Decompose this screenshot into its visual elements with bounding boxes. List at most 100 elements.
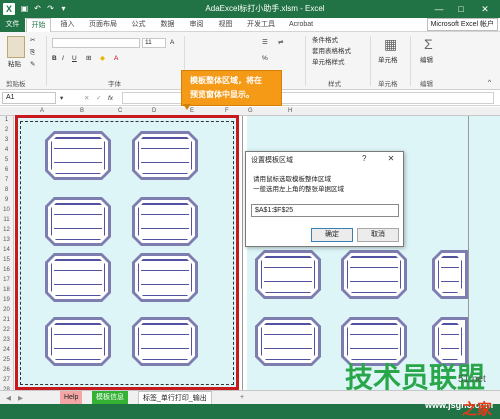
row-number[interactable]: 22 [0,327,13,333]
tab-page-layout[interactable]: 页面布局 [84,18,122,32]
row-number[interactable]: 11 [0,217,13,223]
tab-insert[interactable]: 插入 [55,18,80,32]
row-number[interactable]: 24 [0,347,13,353]
bold-icon[interactable]: B [52,54,57,63]
help-icon[interactable]: ? [362,154,366,163]
tab-home[interactable]: 开始 [26,18,51,33]
font-name-combo[interactable] [52,38,140,48]
font-size-combo[interactable]: 11 [142,38,166,48]
cancel-entry-icon[interactable]: ✕ [84,94,89,103]
row-number[interactable]: 4 [0,147,13,153]
row-number[interactable]: 7 [0,177,13,183]
callout-line: 预览窗体中显示。 [190,90,254,99]
font-color-icon[interactable]: A [114,54,118,63]
restore-button[interactable]: □ [452,0,470,18]
insert-function-icon[interactable]: fx [108,94,113,103]
row-header: 1 2 3 4 5 6 7 8 9 10 11 12 13 14 15 16 1… [0,116,14,390]
fill-color-icon[interactable]: ◆ [100,54,105,63]
conditional-format-button[interactable]: 条件格式 [312,36,338,45]
row-number[interactable]: 25 [0,357,13,363]
align-icon[interactable]: ☰ [262,38,268,47]
row-number[interactable]: 5 [0,157,13,163]
border-icon[interactable]: ⊞ [86,54,91,63]
copy-icon[interactable]: ⎘ [30,48,35,57]
tab-formulas[interactable]: 公式 [126,18,151,32]
column-letter[interactable]: H [288,107,292,116]
label-preview-box [255,317,321,366]
format-painter-icon[interactable]: ✎ [30,60,35,69]
redo-icon[interactable]: ↷ [45,3,56,14]
name-box[interactable]: A1 [2,92,56,104]
tab-file[interactable]: 文件 [0,18,25,32]
cut-icon[interactable]: ✂ [30,36,35,45]
tab-review[interactable]: 审阅 [184,18,209,32]
collapse-ribbon-icon[interactable]: ^ [488,78,491,87]
group-label-font: 字体 [108,81,121,88]
row-number[interactable]: 10 [0,207,13,213]
tab-view[interactable]: 视图 [213,18,238,32]
row-number[interactable]: 15 [0,257,13,263]
row-number[interactable]: 1 [0,117,13,123]
tab-acrobat[interactable]: Acrobat [284,18,318,32]
quick-access-more-icon[interactable]: ▾ [58,3,69,14]
save-icon[interactable]: ▣ [19,3,30,14]
add-sheet-button[interactable]: + [236,391,248,405]
label-preview-box [255,250,321,299]
scroll-left-icon[interactable]: ◀ [6,394,11,403]
cancel-button[interactable]: 取消 [357,228,399,242]
row-number[interactable]: 23 [0,337,13,343]
cell-styles-button[interactable]: 单元格样式 [312,58,345,67]
scroll-right-icon[interactable]: ▶ [18,394,23,403]
percent-icon[interactable]: % [262,54,268,63]
ok-button[interactable]: 确定 [311,228,353,242]
close-button[interactable]: ✕ [476,0,494,18]
row-number[interactable]: 17 [0,277,13,283]
sheet-tab-help[interactable]: Help [60,391,83,405]
row-number[interactable]: 16 [0,267,13,273]
row-number[interactable]: 26 [0,367,13,373]
sheet-tab-template-info[interactable]: 模板信息 [92,391,128,405]
row-number[interactable]: 18 [0,287,13,293]
minimize-button[interactable]: — [430,0,448,18]
row-number[interactable]: 12 [0,227,13,233]
dialog-close-button[interactable]: ✕ [385,153,397,164]
wrap-icon[interactable]: ⇌ [278,38,283,47]
row-number[interactable]: 19 [0,297,13,303]
row-number[interactable]: 2 [0,127,13,133]
row-number[interactable]: 20 [0,307,13,313]
group-label-editing: 编辑 [420,81,433,88]
row-number[interactable]: 14 [0,247,13,253]
row-number[interactable]: 6 [0,167,13,173]
italic-icon[interactable]: I [62,54,64,63]
row-number[interactable]: 27 [0,377,13,383]
formula-input[interactable] [122,92,494,104]
label-preview-box [432,250,468,299]
cells-button[interactable]: 单元格 [378,56,398,65]
tab-developer[interactable]: 开发工具 [242,18,280,32]
paste-button[interactable]: 粘贴 [8,60,21,69]
ribbon-tab-bar: 文件 开始 插入 页面布局 公式 数据 审阅 视图 开发工具 Acrobat [0,18,500,33]
callout-pointer [183,104,191,110]
increase-font-icon[interactable]: A [170,38,174,47]
row-number[interactable]: 13 [0,237,13,243]
account-button[interactable]: Microsoft Excel 帐户 [426,18,498,31]
row-number[interactable]: 3 [0,137,13,143]
clipboard-icon [7,36,25,58]
editing-button[interactable]: 编辑 [420,56,433,65]
confirm-entry-icon[interactable]: ✓ [96,94,101,103]
tab-data[interactable]: 数据 [155,18,180,32]
range-input[interactable]: $A$1:$F$25 [251,204,399,217]
row-number[interactable]: 8 [0,187,13,193]
dialog-description: 一般选用左上角的整张单据区域 [253,186,344,193]
undo-icon[interactable]: ↶ [32,3,43,14]
editing-icon[interactable]: Σ [424,36,433,52]
column-letter[interactable]: G [248,107,253,116]
row-number[interactable]: 9 [0,197,13,203]
name-box-dropdown-icon[interactable]: ▾ [60,94,63,103]
group-label-clipboard: 剪贴板 [6,81,26,88]
sheet-tab-label-output[interactable]: 标签_单行打印_输出 [138,391,212,405]
underline-icon[interactable]: U [72,54,77,63]
cells-icon[interactable]: ▦ [384,36,397,52]
format-as-table-button[interactable]: 套用表格格式 [312,47,351,56]
row-number[interactable]: 21 [0,317,13,323]
